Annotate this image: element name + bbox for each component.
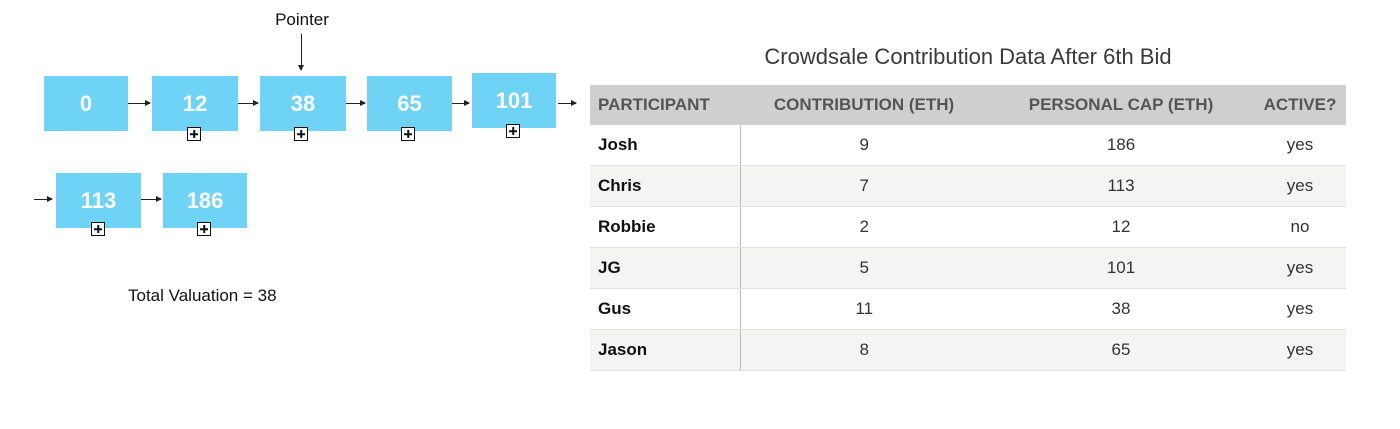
link-arrow xyxy=(34,196,53,202)
cell-personal-cap: 101 xyxy=(988,247,1254,289)
cell-participant: Jason xyxy=(590,329,741,371)
list-node-113: 113 xyxy=(56,173,141,228)
table-header-row: PARTICIPANT CONTRIBUTION (ETH) PERSONAL … xyxy=(590,85,1346,125)
expand-icon[interactable] xyxy=(506,124,520,138)
cell-active: yes xyxy=(1254,125,1346,166)
cell-participant: Robbie xyxy=(590,206,741,248)
table-row: Josh 9 186 yes xyxy=(590,125,1346,166)
header-personal-cap: PERSONAL CAP (ETH) xyxy=(988,85,1254,125)
list-node-186: 186 xyxy=(163,173,247,228)
list-node-101: 101 xyxy=(472,73,556,128)
header-contribution: CONTRIBUTION (ETH) xyxy=(740,85,988,125)
expand-icon[interactable] xyxy=(91,222,105,236)
header-participant: PARTICIPANT xyxy=(590,85,740,125)
cell-participant: Josh xyxy=(590,125,741,166)
cell-participant: JG xyxy=(590,247,741,289)
cell-personal-cap: 12 xyxy=(988,206,1254,248)
table-title: Crowdsale Contribution Data After 6th Bi… xyxy=(764,44,1172,69)
contribution-table: PARTICIPANT CONTRIBUTION (ETH) PERSONAL … xyxy=(590,85,1346,371)
list-node-65: 65 xyxy=(367,76,452,131)
link-arrow xyxy=(558,100,577,106)
cell-active: yes xyxy=(1254,288,1346,330)
node-value: 101 xyxy=(495,87,533,113)
link-arrow xyxy=(128,100,151,106)
cell-participant: Chris xyxy=(590,165,741,207)
node-value: 12 xyxy=(182,90,208,116)
cell-contribution: 7 xyxy=(740,165,988,207)
expand-icon[interactable] xyxy=(401,127,415,141)
table-row: Jason 8 65 yes xyxy=(590,329,1346,371)
cell-active: yes xyxy=(1254,247,1346,289)
list-node-38: 38 xyxy=(260,76,346,131)
cell-contribution: 9 xyxy=(740,125,988,166)
table-row: Robbie 2 12 no xyxy=(590,206,1346,248)
node-value: 186 xyxy=(186,187,224,213)
cell-personal-cap: 38 xyxy=(988,288,1254,330)
node-value: 65 xyxy=(397,90,422,116)
cell-personal-cap: 113 xyxy=(988,165,1254,207)
cell-active: yes xyxy=(1254,165,1346,207)
expand-icon[interactable] xyxy=(197,222,211,236)
cell-personal-cap: 186 xyxy=(988,125,1254,166)
node-value: 0 xyxy=(79,90,93,116)
list-node-12: 12 xyxy=(152,76,238,131)
link-arrow xyxy=(452,100,470,106)
header-active: ACTIVE? xyxy=(1254,85,1346,125)
node-value: 113 xyxy=(80,187,117,213)
expand-icon[interactable] xyxy=(187,127,201,141)
list-node-0: 0 xyxy=(44,76,128,131)
cell-participant: Gus xyxy=(590,288,741,330)
cell-contribution: 11 xyxy=(740,288,988,330)
link-arrow xyxy=(346,100,366,106)
cell-active: no xyxy=(1254,206,1346,248)
expand-icon[interactable] xyxy=(294,127,308,141)
pointer-label: Pointer xyxy=(275,10,329,29)
cell-active: yes xyxy=(1254,329,1346,371)
link-arrow xyxy=(238,100,259,106)
pointer-arrow xyxy=(298,34,304,71)
table-row: JG 5 101 yes xyxy=(590,247,1346,289)
table-row: Chris 7 113 yes xyxy=(590,165,1346,207)
cell-contribution: 8 xyxy=(740,329,988,371)
cell-personal-cap: 65 xyxy=(988,329,1254,371)
table-row: Gus 11 38 yes xyxy=(590,288,1346,330)
node-value: 38 xyxy=(290,90,316,116)
cell-contribution: 2 xyxy=(740,206,988,248)
total-valuation: Total Valuation = 38 xyxy=(128,286,277,305)
link-arrow xyxy=(141,196,162,202)
cell-contribution: 5 xyxy=(740,247,988,289)
